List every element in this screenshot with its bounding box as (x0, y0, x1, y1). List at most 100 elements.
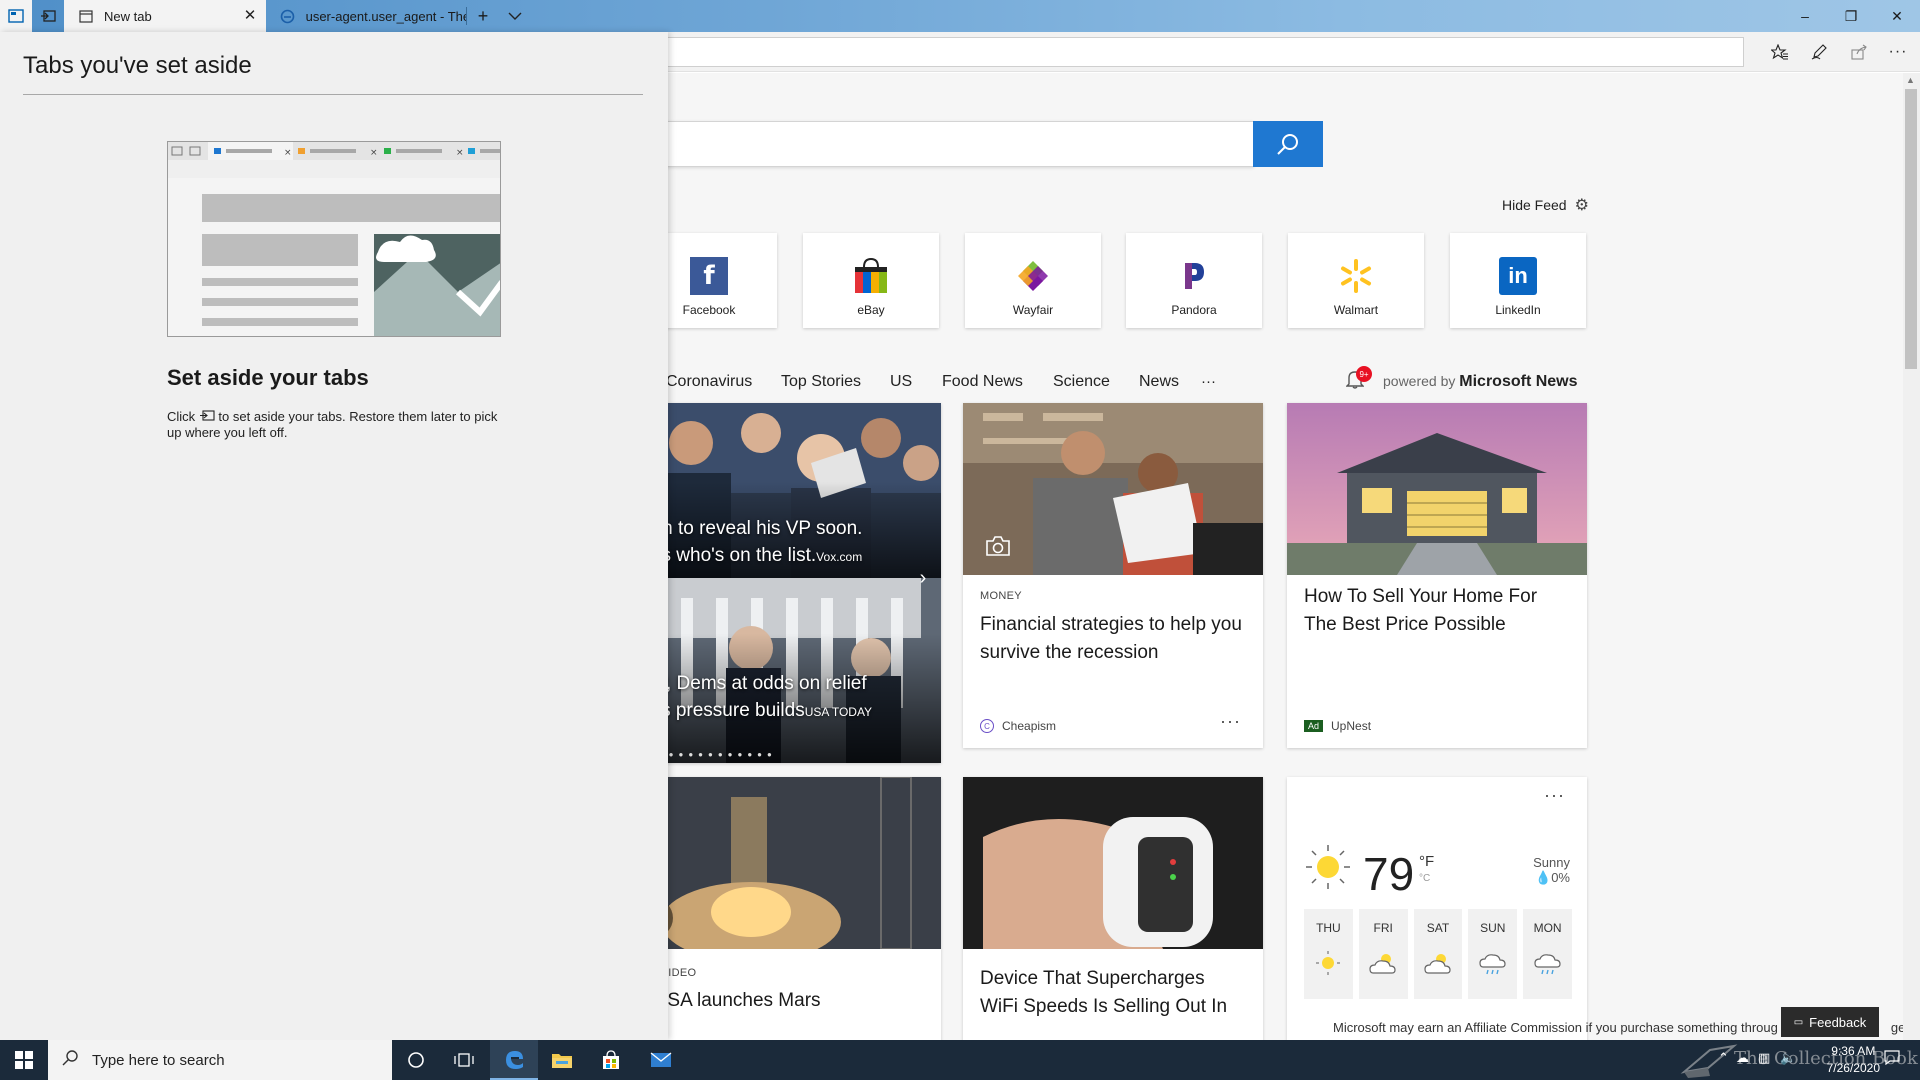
weather-card[interactable]: ··· 79 °F °C Sunny 💧0% THU FRI SAT SUN M… (1287, 777, 1587, 1040)
card-headline[interactable]: Financial strategies to help you survive… (980, 611, 1246, 667)
forecast-day[interactable]: FRI (1358, 909, 1408, 999)
carousel-pager-dots[interactable]: ●●●●●●●●●●●●● (649, 750, 777, 759)
unit-celsius-toggle[interactable]: °C (1419, 873, 1430, 884)
notification-badge: 9+ (1356, 366, 1372, 382)
network-icon[interactable]: ▥ (1758, 1050, 1770, 1066)
set-aside-tabs-icon[interactable] (32, 0, 64, 32)
taskbar-search-input[interactable]: Type here to search (48, 1040, 392, 1080)
forecast-day-label: THU (1316, 921, 1341, 935)
edge-taskbar-icon[interactable] (490, 1040, 538, 1080)
category-news[interactable]: News (1139, 373, 1179, 391)
top-site-wayfair[interactable]: Wayfair (965, 233, 1101, 328)
category-science[interactable]: Science (1053, 373, 1110, 391)
forecast-day-label: FRI (1373, 921, 1393, 935)
forecast-day-label: MON (1533, 921, 1562, 935)
category-top-stories[interactable]: Top Stories (781, 373, 861, 391)
search-button[interactable] (1253, 121, 1323, 167)
panel-title: Tabs you've set aside (23, 52, 252, 79)
slide-1-source: Vox.com (816, 550, 863, 564)
top-site-name: Facebook (682, 303, 736, 317)
feedback-icon: ▭ (1793, 1016, 1804, 1028)
title-bar: New tab ✕ user-agent.user_agent - The + … (0, 0, 1920, 32)
raindrop-icon: 💧 (1535, 870, 1552, 885)
new-tab-button[interactable]: + (467, 0, 499, 32)
top-site-walmart[interactable]: Walmart (1288, 233, 1424, 328)
partly-cloudy-icon (1369, 954, 1396, 974)
feedback-label: Feedback (1809, 1014, 1867, 1030)
description-before: Click (167, 409, 196, 424)
video-card-nasa[interactable]: OP VIDEO NASA launches Mars (641, 777, 941, 1040)
maximize-button[interactable]: ❐ (1828, 0, 1874, 32)
scroll-up-icon[interactable]: ▲ (1906, 75, 1915, 85)
clock[interactable]: 9:36 AM 7/26/2020 (1827, 1043, 1880, 1077)
camera-icon (985, 535, 1011, 557)
card-headline[interactable]: NASA launches Mars (641, 987, 924, 1015)
top-site-linkedin[interactable]: in LinkedIn (1450, 233, 1586, 328)
close-tab-icon[interactable]: ✕ (242, 8, 258, 24)
linkedin-logo-icon: in (1499, 257, 1537, 295)
unit-fahrenheit-toggle[interactable]: °F (1419, 853, 1434, 870)
show-hidden-icons-chevron-up-icon[interactable]: ⌃ (1718, 1050, 1729, 1066)
tab-preview-icon[interactable] (0, 0, 32, 32)
facebook-logo-icon: f (690, 257, 728, 295)
scrollbar-thumb[interactable] (1905, 89, 1917, 369)
edge-favicon-icon (280, 8, 296, 24)
panel-subtitle: Set aside your tabs (167, 365, 369, 390)
category-coronavirus[interactable]: Coronavirus (666, 373, 752, 391)
windows-taskbar: Type here to search The Collection Book … (0, 1040, 1920, 1080)
card-headline[interactable]: Device That Supercharges WiFi Speeds Is … (980, 965, 1246, 1021)
tab-label: New tab (104, 8, 152, 24)
carousel-card[interactable]: den to reveal his VP soon. re's who's on… (641, 403, 941, 763)
weather-temperature: 79 (1363, 848, 1415, 900)
address-input[interactable] (560, 37, 1744, 67)
action-center-icon[interactable] (1884, 1050, 1900, 1068)
top-site-ebay[interactable]: eBay (803, 233, 939, 328)
powered-by-brand[interactable]: Microsoft News (1459, 373, 1577, 390)
minimize-button[interactable]: – (1782, 0, 1828, 32)
card-headline[interactable]: How To Sell Your Home For The Best Price… (1304, 583, 1570, 639)
forecast-day[interactable]: MON (1523, 909, 1572, 999)
file-explorer-icon[interactable] (538, 1040, 586, 1080)
task-view-icon[interactable] (440, 1040, 488, 1080)
favorites-icon[interactable] (1764, 36, 1796, 68)
weather-precip: 0% (1551, 870, 1570, 885)
tab-label: user-agent.user_agent - The (305, 8, 466, 24)
cortana-icon[interactable] (392, 1040, 440, 1080)
top-site-name: Walmart (1333, 303, 1379, 317)
gear-icon[interactable]: ⚙ (1575, 195, 1589, 215)
ad-card-sell-home[interactable]: How To Sell Your Home For The Best Price… (1287, 403, 1587, 748)
forecast-day[interactable]: SUN (1468, 909, 1518, 999)
category-us[interactable]: US (890, 373, 912, 391)
house-photo (1287, 403, 1587, 575)
store-icon[interactable] (587, 1040, 635, 1080)
onedrive-cloud-icon[interactable]: ☁ (1736, 1050, 1749, 1066)
feedback-button[interactable]: ▭ Feedback (1781, 1007, 1879, 1037)
tabs-set-aside-panel: Tabs you've set aside × × × Set aside yo… (0, 32, 668, 1040)
news-card-wifi[interactable]: Device That Supercharges WiFi Speeds Is … (963, 777, 1263, 1040)
pen-icon[interactable] (1803, 36, 1835, 68)
forecast-day[interactable]: THU (1304, 909, 1353, 999)
mail-icon[interactable] (637, 1040, 685, 1080)
more-icon[interactable]: ··· (1882, 36, 1914, 68)
card-source: Ad UpNest (1304, 719, 1371, 733)
carousel-next-chevron-right-icon[interactable]: › (911, 563, 935, 593)
wifi-extender-photo (963, 777, 1263, 949)
weather-more-icon[interactable]: ··· (1544, 785, 1565, 806)
page-scrollbar[interactable]: ▲ (1903, 73, 1920, 1040)
windows-logo-icon (15, 1051, 33, 1069)
card-more-icon[interactable]: ··· (1220, 711, 1241, 732)
share-icon[interactable] (1843, 36, 1875, 68)
hide-feed-button[interactable]: Hide Feed ⚙ (1502, 195, 1589, 215)
start-button[interactable] (0, 1040, 48, 1080)
category-food-news[interactable]: Food News (942, 373, 1023, 391)
forecast-day[interactable]: SAT (1413, 909, 1463, 999)
tab-new-tab[interactable]: New tab ✕ (64, 0, 266, 32)
top-site-pandora[interactable]: Pandora (1126, 233, 1262, 328)
close-window-button[interactable]: ✕ (1874, 0, 1920, 32)
category-more-icon[interactable]: ··· (1201, 373, 1216, 390)
tab-user-agent[interactable]: user-agent.user_agent - The (266, 0, 466, 32)
volume-icon[interactable]: 🔈 (1780, 1050, 1796, 1066)
news-card-financial[interactable]: MONEY Financial strategies to help you s… (963, 403, 1263, 748)
top-site-name: LinkedIn (1495, 303, 1541, 317)
tab-list-chevron-down-icon[interactable] (499, 0, 531, 32)
